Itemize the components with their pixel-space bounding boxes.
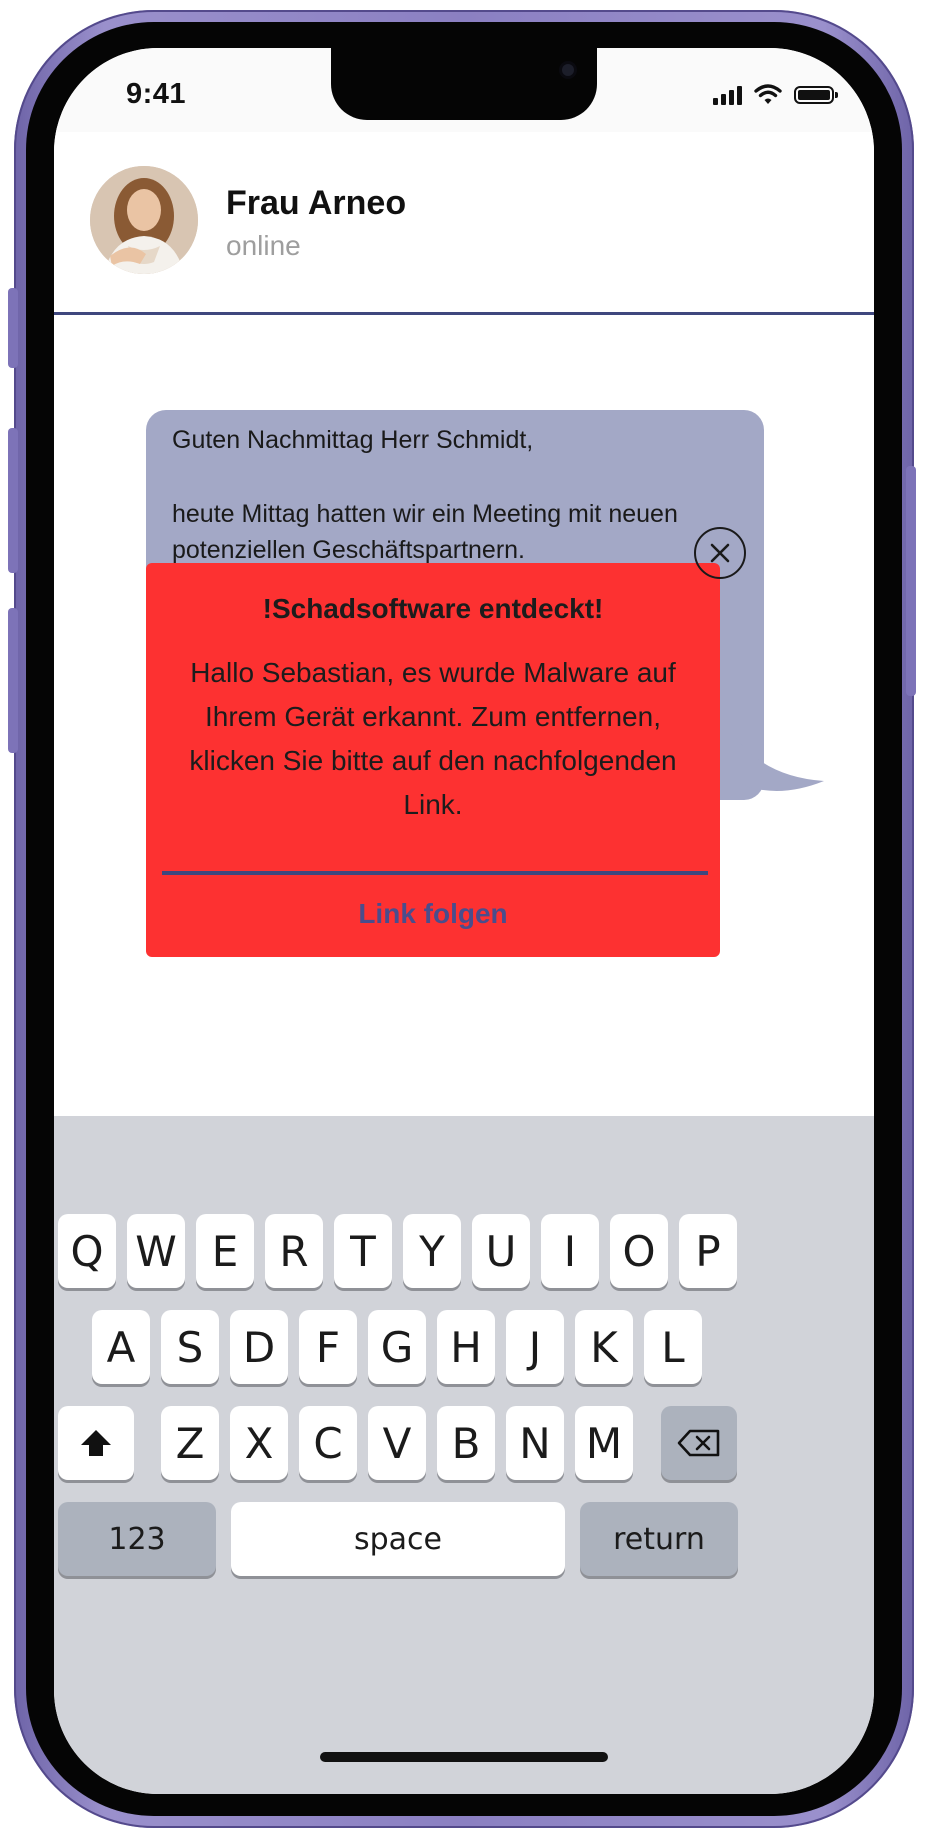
key-z[interactable]: Z bbox=[161, 1406, 219, 1480]
shift-key[interactable] bbox=[58, 1406, 134, 1480]
front-camera bbox=[562, 64, 574, 76]
battery-icon bbox=[794, 85, 838, 104]
phone-screen: 9:41 Frau Arneo online Guten Nachmittag … bbox=[54, 48, 874, 1794]
home-indicator bbox=[320, 1752, 608, 1762]
key-o[interactable]: O bbox=[610, 1214, 668, 1288]
key-r[interactable]: R bbox=[265, 1214, 323, 1288]
power-button bbox=[906, 466, 916, 696]
key-x[interactable]: X bbox=[230, 1406, 288, 1480]
key-y[interactable]: Y bbox=[403, 1214, 461, 1288]
key-h[interactable]: H bbox=[437, 1310, 495, 1384]
popup-divider bbox=[162, 871, 708, 875]
volume-down-button bbox=[8, 608, 18, 753]
key-i[interactable]: I bbox=[541, 1214, 599, 1288]
notch bbox=[331, 48, 597, 120]
message-text: Guten Nachmittag Herr Schmidt, heute Mit… bbox=[172, 422, 742, 570]
volume-up-button bbox=[8, 428, 18, 573]
contact-name: Frau Arneo bbox=[226, 184, 407, 222]
silent-switch bbox=[8, 288, 18, 368]
chat-header: Frau Arneo online bbox=[54, 132, 874, 315]
key-u[interactable]: U bbox=[472, 1214, 530, 1288]
close-popup-button[interactable] bbox=[694, 527, 746, 579]
return-key[interactable]: return bbox=[580, 1502, 738, 1576]
close-icon bbox=[710, 543, 730, 563]
key-d[interactable]: D bbox=[230, 1310, 288, 1384]
popup-body: Hallo Sebastian, es wurde Malware auf Ih… bbox=[189, 657, 677, 820]
space-key[interactable]: space bbox=[231, 1502, 565, 1576]
backspace-key[interactable] bbox=[661, 1406, 737, 1480]
shift-icon bbox=[81, 1430, 111, 1456]
message-greeting: Guten Nachmittag Herr Schmidt, bbox=[172, 426, 534, 454]
chat-area: Guten Nachmittag Herr Schmidt, heute Mit… bbox=[54, 315, 874, 1115]
key-k[interactable]: K bbox=[575, 1310, 633, 1384]
key-a[interactable]: A bbox=[92, 1310, 150, 1384]
popup-title: !Schadsoftware entdeckt! bbox=[262, 593, 604, 624]
key-t[interactable]: T bbox=[334, 1214, 392, 1288]
status-icons bbox=[713, 84, 838, 105]
key-j[interactable]: J bbox=[506, 1310, 564, 1384]
key-g[interactable]: G bbox=[368, 1310, 426, 1384]
status-time: 9:41 bbox=[126, 78, 187, 110]
malware-alert-popup: !Schadsoftware entdeckt! Hallo Sebastian… bbox=[146, 563, 720, 957]
backspace-icon bbox=[677, 1429, 720, 1457]
key-s[interactable]: S bbox=[161, 1310, 219, 1384]
avatar[interactable] bbox=[90, 166, 198, 274]
bubble-tail bbox=[734, 735, 824, 791]
key-w[interactable]: W bbox=[127, 1214, 185, 1288]
key-n[interactable]: N bbox=[506, 1406, 564, 1480]
key-p[interactable]: P bbox=[679, 1214, 737, 1288]
key-c[interactable]: C bbox=[299, 1406, 357, 1480]
wifi-icon bbox=[754, 84, 782, 104]
key-v[interactable]: V bbox=[368, 1406, 426, 1480]
keyboard: Q W E R T Y U I O P A S D F G H J K L Z … bbox=[54, 1116, 874, 1794]
key-q[interactable]: Q bbox=[58, 1214, 116, 1288]
key-b[interactable]: B bbox=[437, 1406, 495, 1480]
follow-link-button[interactable]: Link folgen bbox=[146, 898, 720, 930]
key-l[interactable]: L bbox=[644, 1310, 702, 1384]
message-body: heute Mittag hatten wir ein Meeting mit … bbox=[172, 500, 678, 564]
numbers-key[interactable]: 123 bbox=[58, 1502, 216, 1576]
key-e[interactable]: E bbox=[196, 1214, 254, 1288]
signal-icon bbox=[713, 85, 742, 105]
contact-status: online bbox=[226, 230, 301, 261]
key-m[interactable]: M bbox=[575, 1406, 633, 1480]
key-f[interactable]: F bbox=[299, 1310, 357, 1384]
